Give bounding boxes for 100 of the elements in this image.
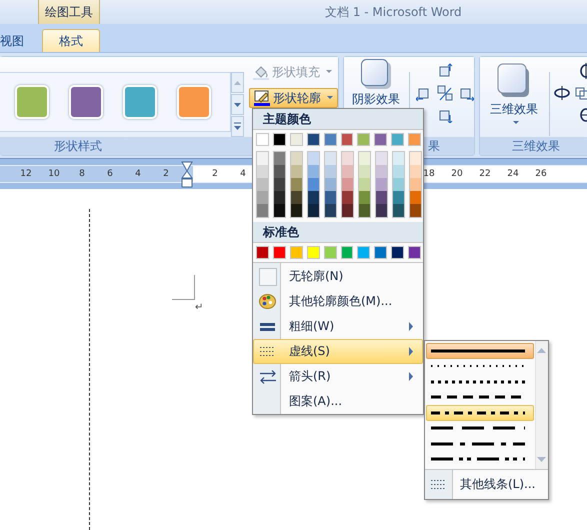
color-swatch[interactable] bbox=[391, 133, 404, 146]
menu-item[interactable]: 图案(A)... bbox=[253, 389, 423, 414]
scroll-down-button[interactable] bbox=[231, 94, 244, 115]
color-swatch[interactable] bbox=[257, 191, 268, 204]
color-swatch[interactable] bbox=[306, 246, 320, 259]
color-swatch[interactable] bbox=[359, 204, 370, 217]
color-swatch[interactable] bbox=[342, 178, 353, 191]
color-swatch[interactable] bbox=[325, 204, 336, 217]
dash-style-option[interactable] bbox=[426, 405, 534, 420]
color-swatch[interactable] bbox=[291, 152, 302, 165]
color-swatch[interactable] bbox=[393, 178, 404, 191]
color-swatch[interactable] bbox=[342, 204, 353, 217]
color-swatch[interactable] bbox=[340, 246, 354, 259]
shape-style-swatch[interactable] bbox=[123, 85, 157, 119]
menu-item[interactable]: 其他轮廓颜色(M)... bbox=[253, 289, 423, 314]
color-swatch[interactable] bbox=[274, 204, 285, 217]
ribbon-tab[interactable]: 格式 bbox=[42, 29, 100, 52]
color-swatch[interactable] bbox=[410, 191, 421, 204]
color-swatch[interactable] bbox=[291, 204, 302, 217]
color-swatch[interactable] bbox=[408, 133, 422, 146]
ruler-number: 18 bbox=[423, 169, 435, 179]
menu-section-header: 主题颜色 bbox=[253, 109, 423, 130]
color-swatch[interactable] bbox=[410, 204, 421, 217]
color-swatch[interactable] bbox=[342, 152, 353, 165]
color-swatch[interactable] bbox=[359, 152, 370, 165]
paragraph-mark: ↵ bbox=[195, 302, 204, 313]
nudge-up-icon[interactable] bbox=[437, 63, 453, 79]
color-swatch[interactable] bbox=[357, 133, 370, 146]
color-swatch[interactable] bbox=[274, 191, 285, 204]
dashed-lines-icon bbox=[431, 480, 446, 489]
color-swatch[interactable] bbox=[393, 165, 404, 178]
color-swatch[interactable] bbox=[376, 204, 387, 217]
color-swatch[interactable] bbox=[308, 165, 319, 178]
color-swatch[interactable] bbox=[393, 152, 404, 165]
color-swatch[interactable] bbox=[308, 204, 319, 217]
shape-style-swatch[interactable] bbox=[69, 85, 103, 119]
more-styles-button[interactable] bbox=[231, 116, 244, 137]
menu-item[interactable]: 无轮廓(N) bbox=[253, 264, 423, 289]
indent-marker-icon[interactable] bbox=[181, 161, 193, 188]
color-swatch[interactable] bbox=[359, 191, 370, 204]
color-swatch[interactable] bbox=[393, 204, 404, 217]
color-swatch[interactable] bbox=[410, 165, 421, 178]
menu-item[interactable]: 其他线条(L)... bbox=[425, 469, 548, 499]
ribbon-tab[interactable]: 视图 bbox=[0, 30, 32, 52]
color-swatch[interactable] bbox=[290, 246, 303, 259]
color-swatch[interactable] bbox=[274, 152, 285, 165]
color-swatch[interactable] bbox=[410, 178, 421, 191]
menu-item[interactable]: 虚线(S) bbox=[253, 339, 423, 364]
color-swatch[interactable] bbox=[257, 204, 268, 217]
color-swatch[interactable] bbox=[376, 152, 387, 165]
color-swatch[interactable] bbox=[272, 246, 286, 259]
color-swatch[interactable] bbox=[257, 178, 268, 191]
color-swatch[interactable] bbox=[376, 191, 387, 204]
color-swatch[interactable] bbox=[274, 178, 285, 191]
menu-item[interactable]: 箭头(R) bbox=[253, 364, 423, 389]
color-swatch[interactable] bbox=[340, 133, 354, 146]
color-swatch[interactable] bbox=[342, 165, 353, 178]
color-swatch[interactable] bbox=[325, 191, 336, 204]
color-swatch[interactable] bbox=[256, 133, 269, 146]
color-swatch[interactable] bbox=[291, 165, 302, 178]
paint-bucket-icon bbox=[252, 64, 270, 80]
color-swatch[interactable] bbox=[324, 246, 337, 259]
color-swatch[interactable] bbox=[308, 152, 319, 165]
color-swatch[interactable] bbox=[376, 178, 387, 191]
color-swatch[interactable] bbox=[408, 246, 422, 259]
color-swatch[interactable] bbox=[291, 178, 302, 191]
color-swatch[interactable] bbox=[308, 191, 319, 204]
scrollbar[interactable] bbox=[535, 341, 548, 469]
shape-outline-button[interactable]: 形状轮廓 bbox=[249, 88, 338, 108]
color-swatch[interactable] bbox=[274, 165, 285, 178]
color-swatch[interactable] bbox=[325, 152, 336, 165]
color-swatch[interactable] bbox=[272, 133, 286, 146]
color-swatch[interactable] bbox=[393, 191, 404, 204]
color-swatch[interactable] bbox=[290, 133, 303, 146]
color-swatch[interactable] bbox=[325, 178, 336, 191]
color-swatch[interactable] bbox=[257, 165, 268, 178]
menu-item[interactable]: 粗细(W) bbox=[253, 314, 423, 339]
color-swatch[interactable] bbox=[359, 165, 370, 178]
shape-style-swatch[interactable] bbox=[15, 85, 49, 119]
shape-style-swatch[interactable] bbox=[177, 85, 211, 119]
palette-icon bbox=[259, 294, 276, 309]
tilt-left-icon[interactable] bbox=[552, 85, 572, 101]
color-swatch[interactable] bbox=[374, 133, 388, 146]
color-swatch[interactable] bbox=[376, 165, 387, 178]
group-label: 形状样式 bbox=[54, 138, 102, 154]
color-swatch[interactable] bbox=[391, 246, 404, 259]
color-swatch[interactable] bbox=[359, 178, 370, 191]
color-swatch[interactable] bbox=[374, 246, 388, 259]
color-swatch[interactable] bbox=[324, 133, 337, 146]
color-swatch[interactable] bbox=[256, 246, 269, 259]
color-swatch[interactable] bbox=[325, 165, 336, 178]
color-swatch[interactable] bbox=[357, 246, 370, 259]
color-swatch[interactable] bbox=[306, 133, 320, 146]
color-swatch[interactable] bbox=[291, 191, 302, 204]
color-swatch[interactable] bbox=[308, 178, 319, 191]
color-swatch[interactable] bbox=[257, 152, 268, 165]
color-swatch[interactable] bbox=[410, 152, 421, 165]
color-swatch[interactable] bbox=[342, 191, 353, 204]
dash-style-option[interactable] bbox=[426, 343, 534, 358]
shadow-toggle-icon[interactable] bbox=[437, 85, 453, 101]
